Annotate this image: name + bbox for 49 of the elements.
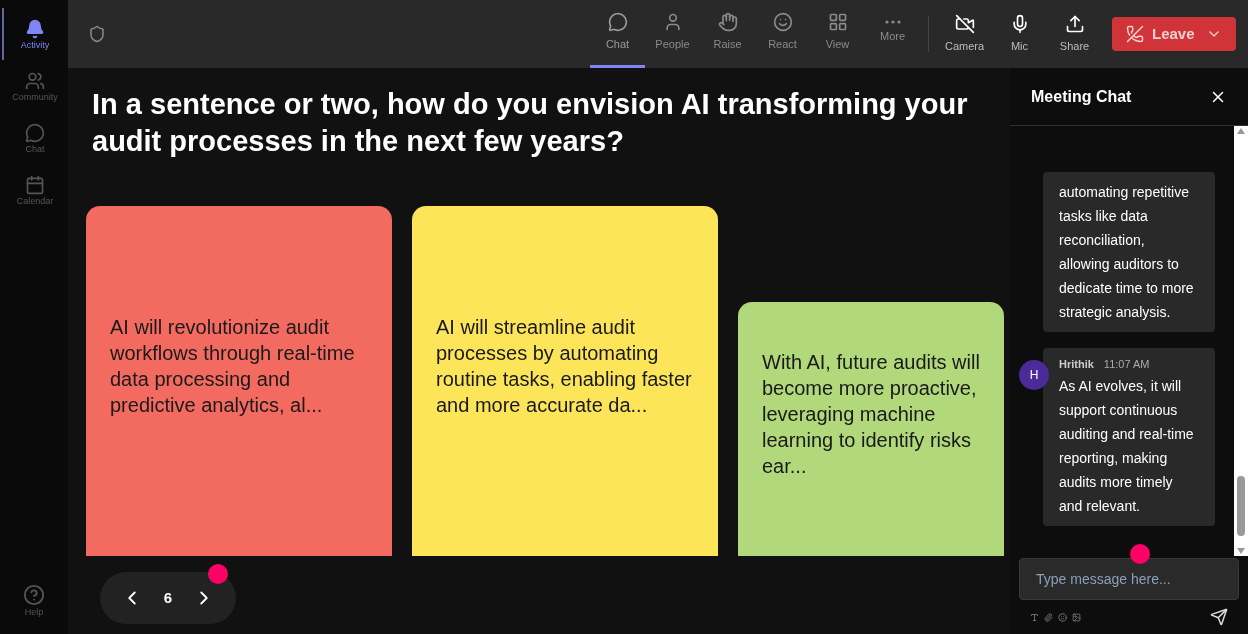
user-avatar: H xyxy=(1019,359,1049,390)
card-text: AI will revolutionize audit workflows through real-time data processing and predictive analytics, al... xyxy=(110,315,356,418)
rail-item[interactable]: Community xyxy=(2,60,66,112)
camera-off-icon xyxy=(954,13,975,34)
rail-item[interactable]: Calendar xyxy=(2,164,66,216)
question-title: In a sentence or two, how do you envision AI transforming your audit processes in the next few years? xyxy=(92,87,969,159)
toolbar-button[interactable]: Chat xyxy=(590,0,645,68)
image-icon[interactable] xyxy=(1072,612,1081,622)
more-icon xyxy=(884,20,901,25)
format-icon[interactable] xyxy=(1030,612,1039,622)
toolbar-button[interactable]: View xyxy=(810,0,865,68)
down-arrow-icon xyxy=(1237,548,1245,554)
message-text: As AI evolves, it will support continuous auditing and real-time reporting, making audits more timely and relevant. xyxy=(1059,377,1195,516)
toolbar-button[interactable]: Share xyxy=(1047,0,1102,68)
help-button[interactable]: Help xyxy=(2,574,66,626)
page-number: 6 xyxy=(163,587,173,608)
attach-icon[interactable] xyxy=(1044,612,1053,622)
chat-title: Meeting Chat xyxy=(1031,86,1132,107)
toolbar-button[interactable]: React xyxy=(755,0,810,68)
people-icon xyxy=(25,70,45,91)
hand-icon xyxy=(717,12,738,33)
bell-icon xyxy=(25,18,45,39)
scrollbar-thumb[interactable] xyxy=(1237,476,1245,536)
smiley-icon[interactable] xyxy=(1058,612,1067,622)
author-name: Hrithik xyxy=(1059,356,1094,372)
grid-icon xyxy=(827,12,848,33)
help-icon xyxy=(23,583,45,606)
smiley-icon xyxy=(772,12,793,33)
toolbar-button[interactable]: Mic xyxy=(992,0,1047,68)
rail-item[interactable]: Chat xyxy=(2,112,66,164)
message-time: 11:07 AM xyxy=(1103,356,1150,372)
card-text: With AI, future audits will become more proactive, leveraging machine learning to identify risks ear... xyxy=(762,350,980,479)
phone-icon xyxy=(1126,25,1144,43)
calendar-icon xyxy=(25,174,45,195)
message-text: automating repetitive tasks like data reconciliation, allowing auditors to dedicate time to more strategic analysis. xyxy=(1059,182,1195,322)
shield-icon xyxy=(88,25,106,43)
toolbar-button[interactable]: Raise xyxy=(700,0,755,68)
chat-icon xyxy=(607,12,628,33)
up-arrow-icon xyxy=(1237,128,1245,134)
leave-button[interactable]: Leave xyxy=(1112,17,1236,51)
rail-item[interactable]: Activity xyxy=(2,8,66,60)
share-icon xyxy=(1064,13,1085,34)
send-icon[interactable] xyxy=(1210,608,1228,626)
toolbar-button[interactable]: Camera xyxy=(937,0,992,68)
toolbar-button[interactable]: More xyxy=(865,0,920,68)
message-input[interactable]: Type message here... xyxy=(1019,558,1239,600)
toolbar-button[interactable]: People xyxy=(645,0,700,68)
card-text: AI will streamline audit processes by automating routine tasks, enabling faster and more accurate da... xyxy=(436,315,693,418)
chat-icon xyxy=(25,122,45,143)
